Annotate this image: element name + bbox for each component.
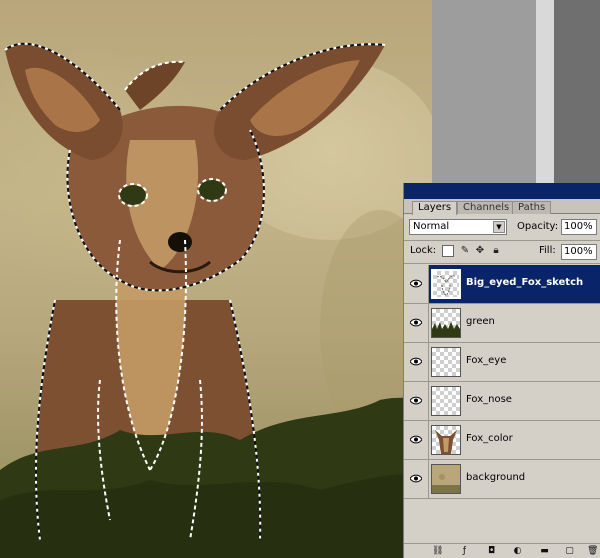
visibility-toggle[interactable] [404,265,429,303]
mask-icon[interactable]: ◘ [486,546,497,556]
layer-row-fox-eye[interactable]: Fox_eye [404,343,600,382]
layer-name: green [466,316,495,327]
layer-row-fox-nose[interactable]: Fox_nose [404,382,600,421]
lock-row: Lock: ✎ ✥ 🔒︎ Fill: 100% [404,242,600,262]
tab-layers[interactable]: Layers [412,201,458,215]
layer-name: Fox_eye [466,355,507,366]
layer-list: Big_eyed_Fox_sketch green Fox_eye Fox_no… [404,265,600,499]
document-canvas[interactable] [0,0,432,558]
layer-thumbnail [431,269,461,299]
blend-mode-value: Normal [413,221,450,232]
visibility-toggle[interactable] [404,460,429,498]
lock-transparent-icon[interactable] [442,245,454,257]
eye-icon [410,318,422,327]
eye-icon [410,357,422,366]
canvas-scroll-edge [536,0,554,185]
lock-paint-icon[interactable]: ✎ [459,245,471,257]
eye-icon [410,279,422,288]
panel-title-bar[interactable] [404,183,600,199]
panel-tabs: Layers Channels Paths [404,199,600,215]
layer-thumbnail [431,308,461,338]
opacity-value: 100% [564,221,593,232]
layer-name: background [466,472,526,483]
visibility-toggle[interactable] [404,304,429,342]
eye-icon [410,396,422,405]
visibility-toggle[interactable] [404,421,429,459]
layer-name: Fox_nose [466,394,512,405]
layer-style-icon[interactable]: ƒ [459,546,470,556]
layer-name: Big_eyed_Fox_sketch [466,277,584,288]
workspace-background [432,0,540,185]
layer-row-background[interactable]: background [404,460,600,499]
tab-paths[interactable]: Paths [512,201,552,214]
adjustment-icon[interactable]: ◐ [512,546,523,556]
trash-icon[interactable]: 🗑︎ [587,546,598,556]
link-icon[interactable]: ⛓ [432,546,443,556]
layer-row-green[interactable]: green [404,304,600,343]
group-icon[interactable]: ▬ [539,546,550,556]
fill-field[interactable]: 100% [561,244,597,260]
visibility-toggle[interactable] [404,343,429,381]
lock-all-icon[interactable]: 🔒︎ [490,245,502,257]
opacity-field[interactable]: 100% [561,219,597,235]
lock-move-icon[interactable]: ✥ [474,245,486,257]
layer-row-fox-color[interactable]: Fox_color [404,421,600,460]
layer-name: Fox_color [466,433,513,444]
layers-panel: Layers Channels Paths Normal ▼ Opacity: … [403,183,600,558]
divider [404,263,600,264]
fox-painting [0,42,432,558]
visibility-toggle[interactable] [404,382,429,420]
blend-row: Normal ▼ Opacity: 100% [404,219,600,239]
eye-icon [410,435,422,444]
layer-thumbnail [431,386,461,416]
fill-value: 100% [564,246,593,257]
opacity-label: Opacity: [517,221,559,232]
tab-channels[interactable]: Channels [457,201,516,214]
layers-panel-toolbar: ⛓ ƒ ◘ ◐ ▬ ▢ 🗑︎ [404,543,600,558]
layer-thumbnail [431,464,461,494]
divider [404,240,600,241]
blend-mode-select[interactable]: Normal ▼ [409,219,507,235]
eye-icon [410,474,422,483]
layer-thumbnail [431,425,461,455]
chevron-down-icon[interactable]: ▼ [493,221,505,233]
lock-label: Lock: [410,245,437,256]
layer-row-big-eyed-fox-sketch[interactable]: Big_eyed_Fox_sketch [404,265,600,304]
layer-thumbnail [431,347,461,377]
fill-label: Fill: [539,245,556,256]
workspace-background-dark [554,0,600,185]
new-layer-icon[interactable]: ▢ [564,546,575,556]
